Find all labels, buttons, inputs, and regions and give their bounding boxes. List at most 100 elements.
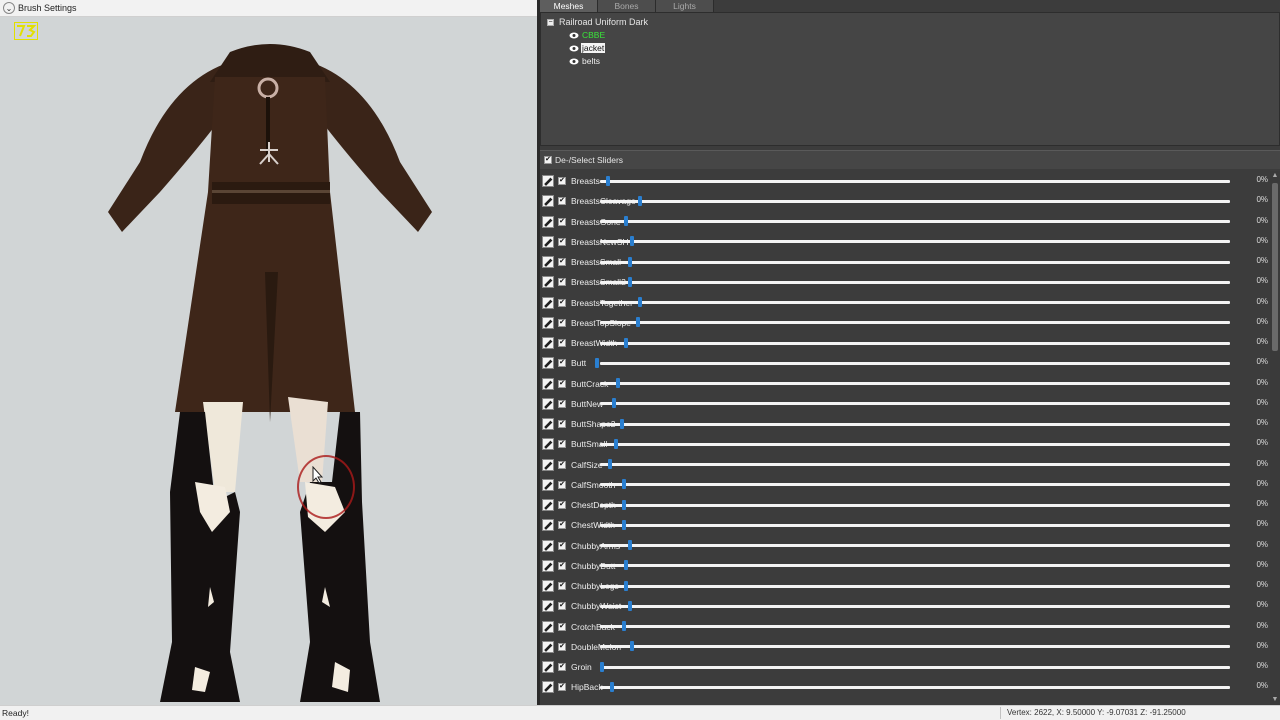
slider-thumb[interactable]	[616, 378, 620, 388]
slider-checkbox[interactable]: ✔	[558, 399, 566, 408]
pencil-icon[interactable]	[542, 215, 554, 228]
pencil-icon[interactable]	[542, 276, 554, 289]
slider-track[interactable]	[600, 378, 1230, 388]
pencil-icon[interactable]	[542, 316, 554, 329]
mesh-item-belts[interactable]: belts	[569, 56, 601, 66]
slider-thumb[interactable]	[600, 661, 604, 672]
slider-track[interactable]	[600, 499, 1230, 510]
slider-checkbox[interactable]: ✔	[558, 217, 566, 226]
slider-thumb[interactable]	[610, 681, 614, 692]
slider-checkbox[interactable]: ✔	[558, 197, 566, 206]
pencil-icon[interactable]	[542, 681, 554, 694]
slider-track[interactable]	[600, 540, 1230, 550]
slider-track[interactable]	[600, 641, 1230, 652]
pencil-icon[interactable]	[542, 640, 554, 653]
tab-lights[interactable]: Lights	[656, 0, 714, 12]
slider-track[interactable]	[600, 438, 1230, 449]
slider-checkbox[interactable]: ✔	[558, 359, 566, 368]
tree-root[interactable]: − Railroad Uniform Dark	[547, 17, 648, 27]
slider-checkbox[interactable]: ✔	[558, 602, 566, 611]
brush-settings-bar[interactable]: ⌄ Brush Settings	[0, 0, 537, 17]
slider-checkbox[interactable]: ✔	[558, 440, 566, 449]
slider-track[interactable]	[600, 519, 1230, 530]
slider-thumb[interactable]	[622, 621, 626, 631]
slider-thumb[interactable]	[624, 216, 628, 226]
slider-checkbox[interactable]: ✔	[558, 379, 566, 388]
slider-thumb[interactable]	[628, 600, 632, 611]
tab-bones[interactable]: Bones	[598, 0, 656, 12]
pencil-icon[interactable]	[542, 559, 554, 572]
slider-checkbox[interactable]: ✔	[558, 663, 566, 671]
slider-thumb[interactable]	[608, 459, 612, 469]
scroll-down-icon[interactable]: ▼	[1271, 696, 1279, 704]
slider-thumb[interactable]	[620, 418, 624, 429]
slider-thumb[interactable]	[622, 499, 626, 510]
slider-track[interactable]	[600, 459, 1230, 469]
pencil-icon[interactable]	[542, 337, 554, 349]
pencil-icon[interactable]	[542, 256, 554, 268]
slider-thumb[interactable]	[624, 337, 628, 348]
slider-track[interactable]	[600, 621, 1230, 631]
slider-track[interactable]	[600, 398, 1230, 409]
slider-track[interactable]	[600, 600, 1230, 611]
scroll-thumb[interactable]	[1272, 183, 1278, 351]
slider-track[interactable]	[600, 479, 1230, 490]
pencil-icon[interactable]	[542, 377, 554, 390]
slider-checkbox[interactable]: ✔	[558, 541, 566, 550]
slider-track[interactable]	[600, 175, 1230, 186]
slider-thumb[interactable]	[628, 540, 632, 550]
pencil-icon[interactable]	[542, 175, 554, 187]
pencil-icon[interactable]	[542, 397, 554, 410]
mesh-item-jacket[interactable]: jacket	[569, 43, 606, 53]
slider-checkbox[interactable]: ✔	[558, 298, 566, 307]
slider-thumb[interactable]	[630, 641, 634, 652]
pencil-icon[interactable]	[542, 438, 554, 451]
pencil-icon[interactable]	[542, 235, 554, 248]
slider-track[interactable]	[595, 357, 1230, 368]
select-all-checkbox[interactable]: ✔	[544, 156, 552, 164]
slider-thumb[interactable]	[614, 438, 618, 449]
pencil-icon[interactable]	[542, 539, 554, 552]
slider-checkbox[interactable]: ✔	[558, 177, 566, 185]
slider-thumb[interactable]	[606, 175, 610, 186]
slider-thumb[interactable]	[595, 357, 599, 368]
pencil-icon[interactable]	[542, 519, 554, 532]
slider-thumb[interactable]	[638, 195, 642, 206]
slider-list-scrollbar[interactable]: ▲ ▼	[1270, 171, 1280, 705]
slider-thumb[interactable]	[622, 519, 626, 530]
slider-thumb[interactable]	[624, 560, 628, 571]
slider-checkbox[interactable]: ✔	[558, 501, 566, 509]
pencil-icon[interactable]	[542, 661, 554, 673]
eye-icon[interactable]	[569, 58, 579, 65]
eye-icon[interactable]	[569, 45, 579, 52]
slider-checkbox[interactable]: ✔	[558, 318, 566, 327]
slider-checkbox[interactable]: ✔	[558, 278, 566, 287]
slider-checkbox[interactable]: ✔	[558, 460, 566, 469]
slider-track[interactable]	[600, 337, 1230, 348]
slider-checkbox[interactable]: ✔	[558, 480, 566, 489]
slider-thumb[interactable]	[628, 276, 632, 287]
slider-track[interactable]	[600, 661, 1230, 672]
slider-track[interactable]	[600, 276, 1230, 287]
chevron-down-icon[interactable]: ⌄	[3, 2, 15, 14]
slider-track[interactable]	[600, 560, 1230, 571]
pencil-icon[interactable]	[542, 499, 554, 511]
slider-thumb[interactable]	[638, 297, 642, 307]
slider-checkbox[interactable]: ✔	[558, 642, 566, 651]
slider-track[interactable]	[600, 297, 1230, 307]
slider-track[interactable]	[600, 236, 1230, 247]
slider-track[interactable]	[600, 195, 1230, 206]
slider-thumb[interactable]	[636, 317, 640, 328]
slider-track[interactable]	[600, 580, 1230, 591]
3d-viewport[interactable]: ⌄ Brush Settings	[0, 0, 537, 705]
pencil-icon[interactable]	[542, 296, 554, 309]
slider-thumb[interactable]	[622, 479, 626, 490]
pencil-icon[interactable]	[542, 418, 554, 430]
pencil-icon[interactable]	[542, 357, 554, 370]
pencil-icon[interactable]	[542, 195, 554, 208]
pencil-icon[interactable]	[542, 458, 554, 471]
slider-checkbox[interactable]: ✔	[558, 683, 566, 692]
slider-track[interactable]	[600, 317, 1230, 328]
slider-track[interactable]	[600, 216, 1230, 226]
tab-meshes[interactable]: Meshes	[540, 0, 598, 12]
